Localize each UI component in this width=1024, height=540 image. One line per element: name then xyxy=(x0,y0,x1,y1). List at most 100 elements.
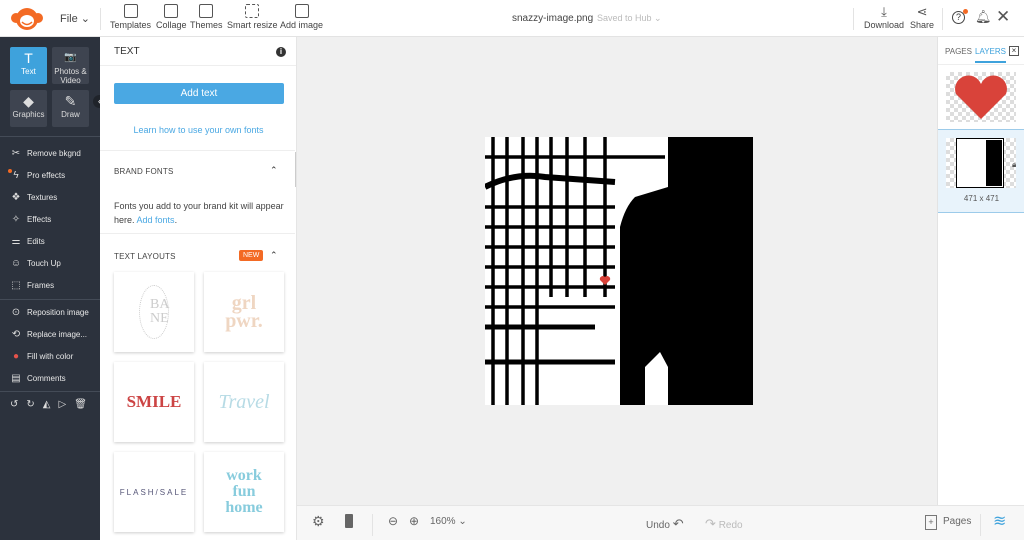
map-image[interactable] xyxy=(485,137,753,405)
textures-icon: ❖ xyxy=(11,192,21,203)
fit-icon[interactable] xyxy=(345,514,353,528)
layout-card[interactable]: FLASH/SALE xyxy=(114,452,194,532)
settings-icon[interactable]: ⚙ xyxy=(312,513,325,530)
label: Photos & Video xyxy=(54,67,87,85)
sidebar-item-label: Pro effects xyxy=(27,171,66,180)
file-name[interactable]: snazzy-image.png xyxy=(512,13,593,24)
remove-icon: ✂ xyxy=(11,148,21,159)
sidebar-item-label: Remove bkgnd xyxy=(27,149,81,158)
effects-icon: ✧ xyxy=(11,214,21,225)
layout-card[interactable]: SMILE xyxy=(114,362,194,442)
tab-pages[interactable]: PAGES xyxy=(945,47,972,56)
undo-icon[interactable]: ↺ xyxy=(10,399,18,410)
text-tool[interactable]: T Text xyxy=(10,47,47,84)
text-panel: TEXT i Add text Learn how to use your ow… xyxy=(100,37,297,540)
themes-icon xyxy=(199,4,214,18)
redo-icon[interactable]: ↻ xyxy=(26,399,34,410)
sidebar-item-textures[interactable]: ❖ Textures xyxy=(10,192,58,203)
smart-resize-button[interactable]: Smart resize xyxy=(227,4,278,30)
label: Text xyxy=(21,67,36,76)
save-status-label: Saved to Hub xyxy=(597,13,652,23)
layout-text: grl pwr. xyxy=(225,292,263,332)
draw-tool[interactable]: ✎ Draw xyxy=(52,90,89,127)
layers-icon[interactable]: ≋ xyxy=(993,511,1006,531)
layout-card[interactable]: BA NE xyxy=(114,272,194,352)
add-fonts-link[interactable]: Add fonts xyxy=(137,215,175,225)
info-icon[interactable]: i xyxy=(276,47,286,57)
layers-panel: PAGES LAYERS × 🔒︎ 471 x 471 xyxy=(937,37,1024,505)
collapse-brand-fonts[interactable]: ⌃ xyxy=(270,165,278,176)
sidebar-item-label: Fill with color xyxy=(27,352,74,361)
zoom-level[interactable]: 160% ⌄ xyxy=(430,516,467,527)
learn-fonts-link[interactable]: Learn how to use your own fonts xyxy=(100,125,296,135)
close-layers-icon[interactable]: × xyxy=(1009,46,1019,56)
add-image-button[interactable]: Add image xyxy=(280,4,323,30)
add-page-icon[interactable]: + xyxy=(925,515,937,530)
smart-resize-icon xyxy=(245,4,260,18)
layout-card[interactable]: Travel xyxy=(204,362,284,442)
redo-button[interactable]: ↷ Redo xyxy=(705,516,743,532)
layers-toggle-area: ≋ xyxy=(985,506,1024,540)
brand-fonts-text: Fonts you add to your brand kit will app… xyxy=(114,201,284,225)
download-button[interactable]: ⤓ Download xyxy=(864,4,904,30)
delete-icon[interactable]: 🗑 xyxy=(74,399,87,410)
layer-size: 471 x 471 xyxy=(963,194,1000,203)
sidebar-item-comments[interactable]: ▤ Comments xyxy=(10,373,65,384)
sidebar-item-replace-image[interactable]: ⟲ Replace image... xyxy=(10,329,87,340)
zoom-in-icon[interactable]: ⊕ xyxy=(409,514,419,528)
sidebar-item-touch-up[interactable]: ☺ Touch Up xyxy=(10,258,61,269)
templates-button[interactable]: Templates xyxy=(110,4,151,30)
picmonkey-logo[interactable] xyxy=(10,6,44,32)
share-button[interactable]: ⋖ Share xyxy=(910,4,934,30)
sidebar-item-reposition-image[interactable]: ⊙ Reposition image xyxy=(10,307,89,318)
layer-map-selected[interactable]: 🔒︎ 471 x 471 xyxy=(938,129,1024,213)
undo-button[interactable]: Undo ↶ xyxy=(646,516,684,532)
themes-button[interactable]: Themes xyxy=(190,4,223,30)
left-sidebar: TText 📷Photos & Video ◆Graphics ✎Draw ‹ … xyxy=(0,37,106,540)
sidebar-item-label: Effects xyxy=(27,215,52,224)
brand-fonts-heading: BRAND FONTS xyxy=(114,167,174,176)
collage-button[interactable]: Collage xyxy=(156,4,187,30)
layer-heart[interactable] xyxy=(946,72,1016,122)
layer-map-thumb xyxy=(946,138,1016,188)
pages-button[interactable]: Pages xyxy=(943,516,971,527)
bell-icon[interactable]: 🔔︎ xyxy=(975,9,992,25)
graphics-tool[interactable]: ◆ Graphics xyxy=(10,90,47,127)
panel-scrollbar[interactable] xyxy=(295,152,296,187)
tab-layers[interactable]: LAYERS xyxy=(975,47,1006,63)
download-icon: ⤓ xyxy=(881,4,887,19)
layout-text: Travel xyxy=(218,390,270,413)
label: Templates xyxy=(110,20,152,30)
photos-video-tool[interactable]: 📷 Photos & Video xyxy=(52,47,89,85)
file-label: File xyxy=(60,13,78,25)
close-icon[interactable]: ✕ xyxy=(996,7,1010,27)
undo-label: Undo xyxy=(646,520,670,531)
save-status[interactable]: Saved to Hub ⌄ xyxy=(597,13,662,24)
comments-icon: ▤ xyxy=(11,373,21,384)
lock-icon[interactable]: 🔒︎ xyxy=(1012,160,1016,170)
layout-card[interactable]: work fun home xyxy=(204,452,284,532)
sidebar-item-effects[interactable]: ✧ Effects xyxy=(10,214,52,225)
label: Add image xyxy=(280,20,324,30)
layout-text: FLASH/SALE xyxy=(119,487,189,497)
file-menu[interactable]: File ⌄ xyxy=(60,12,90,25)
sidebar-item-edits[interactable]: ⚌ Edits xyxy=(10,236,45,247)
sidebar-item-remove-bkgnd[interactable]: ✂ Remove bkgnd xyxy=(10,148,81,159)
flip-icon[interactable]: ◭ xyxy=(43,399,51,410)
send-icon[interactable]: ▷ xyxy=(58,399,66,410)
sidebar-item-pro-effects[interactable]: ϟ Pro effects xyxy=(10,170,65,181)
redo-label: Redo xyxy=(718,520,743,531)
panel-title: TEXT xyxy=(114,46,140,57)
text-icon: T xyxy=(24,50,33,66)
sidebar-item-fill-with-color[interactable]: ● Fill with color xyxy=(10,351,73,362)
collapse-text-layouts[interactable]: ⌃ xyxy=(270,250,278,261)
undo-icon: ↶ xyxy=(672,516,684,531)
layout-text: BA NE xyxy=(139,285,169,339)
fill-icon: ● xyxy=(12,351,20,362)
layout-card[interactable]: grl pwr. xyxy=(204,272,284,352)
frames-icon: ⬚ xyxy=(11,280,21,291)
label: Share xyxy=(910,20,935,30)
zoom-out-icon[interactable]: ⊖ xyxy=(388,514,398,528)
add-text-button[interactable]: Add text xyxy=(114,83,284,104)
sidebar-item-frames[interactable]: ⬚ Frames xyxy=(10,280,54,291)
